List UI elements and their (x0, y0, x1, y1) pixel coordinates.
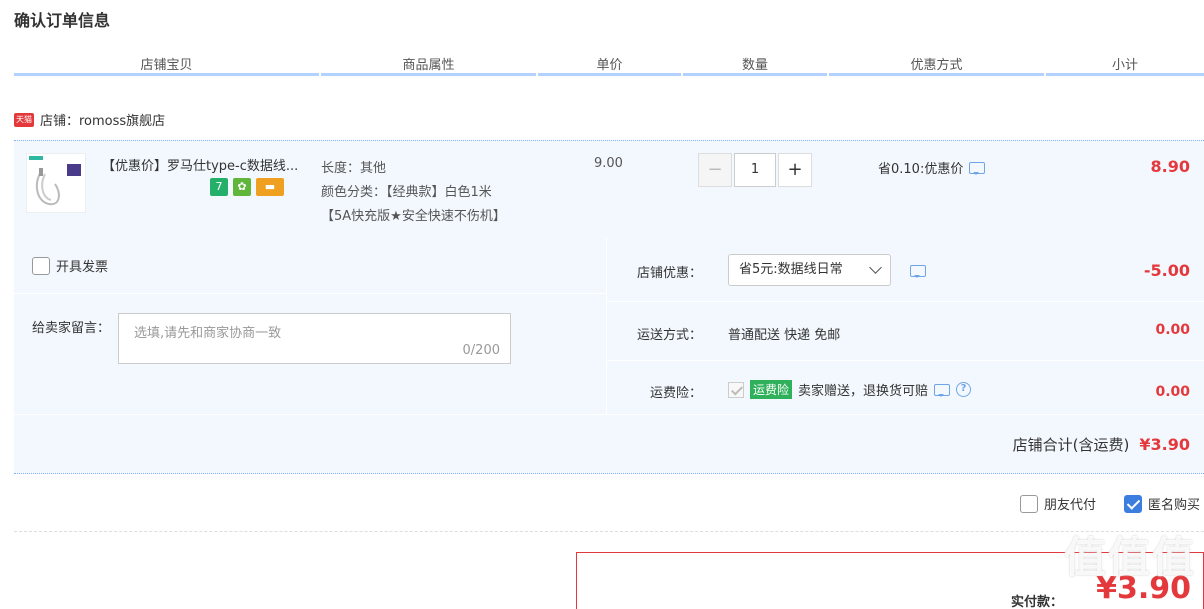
friend-pay-label: 朋友代付 (1043, 498, 1096, 513)
anonymous-label: 匿名购买 (1147, 498, 1200, 513)
comment-icon[interactable] (969, 161, 986, 175)
invoice-checkbox[interactable] (32, 256, 50, 275)
insurance-text: 卖家赠送，退换货可赔 (798, 384, 929, 399)
anonymous-checkbox[interactable] (1123, 494, 1142, 513)
shop-discount-select[interactable]: 省5元:数据线日常 (728, 254, 891, 286)
column-header-subtotal: 小计 (1046, 54, 1204, 76)
insurance-row: 运费险 卖家赠送，退换货可赔 ? (728, 380, 972, 399)
attr-color: 颜色分类：【经典款】白色1米 (321, 185, 492, 200)
seller-note-input[interactable]: 选填,请先和商家协商一致 0/200 (118, 313, 511, 364)
page-title: 确认订单信息 (14, 11, 111, 30)
item-subtotal: 8.90 (1150, 157, 1190, 176)
seller-note-count: 0/200 (462, 343, 500, 358)
shop-total-amount: ¥3.90 (1139, 435, 1190, 454)
invoice-label: 开具发票 (56, 260, 109, 275)
anonymous-option[interactable]: 匿名购买 (1123, 494, 1200, 513)
shop-total-label: 店铺合计(含运费) (1012, 436, 1130, 454)
quantity-increase-button[interactable]: + (778, 153, 812, 187)
insurance-amount: 0.00 (1155, 384, 1190, 400)
payment-label: 实付款： (1010, 595, 1063, 609)
seller-note-label: 给卖家留言： (32, 321, 111, 336)
insurance-label: 运费险： (649, 386, 702, 401)
shipping-label: 运送方式： (636, 328, 702, 343)
column-header-discount: 优惠方式 (829, 54, 1044, 76)
column-header-item: 店铺宝贝 (14, 54, 319, 76)
shop-row: 天猫 店铺：romoss旗舰店 (14, 110, 165, 129)
friend-pay-checkbox[interactable] (1019, 494, 1038, 513)
shop-discount-label: 店铺优惠： (636, 266, 702, 281)
watermark: 值值值 (1063, 533, 1196, 582)
payment-options: 朋友代付 匿名购买 (1019, 494, 1200, 513)
unit-price: 9.00 (594, 156, 623, 171)
column-header-quantity: 数量 (683, 54, 827, 76)
shop-discount-selected: 省5元:数据线日常 (739, 262, 843, 277)
attr-length: 长度：其他 (321, 161, 387, 176)
column-header-attributes: 商品属性 (321, 54, 536, 76)
product-thumbnail[interactable] (26, 153, 86, 213)
guarantee-icon[interactable]: ✿ (233, 178, 251, 196)
shop-total: 店铺合计(含运费) ¥3.90 (1013, 434, 1190, 455)
item-discount-text: 省0.10:优惠价 (878, 162, 964, 177)
shop-name-link[interactable]: 店铺：romoss旗舰店 (40, 110, 165, 129)
seller-note-placeholder: 选填,请先和商家协商一致 (134, 326, 282, 341)
friend-pay-option[interactable]: 朋友代付 (1019, 494, 1096, 513)
divider (14, 531, 1204, 532)
item-discount: 省0.10:优惠价 (878, 158, 986, 177)
column-header-unit-price: 单价 (538, 54, 681, 76)
help-icon[interactable]: ? (956, 382, 972, 397)
product-title-link[interactable]: 【优惠价】罗马仕type-c数据线... (102, 155, 322, 174)
shipping-amount: 0.00 (1155, 322, 1190, 338)
shop-discount-comment-icon[interactable] (910, 265, 926, 278)
insurance-checkbox (728, 381, 744, 398)
tmall-icon: 天猫 (14, 112, 34, 127)
order-item-row: 【优惠价】罗马仕type-c数据线... 7 ✿ ▬ 长度：其他 颜色分类：【经… (14, 140, 1204, 238)
order-options-panel: 开具发票 给卖家留言： 选填,请先和商家协商一致 0/200 店铺优惠： 省5元… (14, 238, 1204, 474)
shipping-value: 普通配送 快递 免邮 (728, 328, 841, 343)
quantity-stepper: − 1 + (698, 153, 812, 187)
insurance-comment-icon[interactable] (934, 383, 951, 397)
quantity-decrease-button[interactable]: − (698, 153, 732, 187)
insurance-tag: 运费险 (750, 380, 793, 399)
attr-color-detail: 【5A快充版★安全快速不伤机】 (321, 209, 506, 224)
service-badges: 7 ✿ ▬ (210, 178, 284, 196)
chevron-down-icon (869, 261, 882, 274)
seven-day-return-icon[interactable]: 7 (210, 178, 228, 196)
quantity-input[interactable]: 1 (734, 153, 776, 187)
invoice-option[interactable]: 开具发票 (32, 256, 108, 275)
shop-discount-amount: -5.00 (1143, 261, 1190, 280)
credit-card-icon[interactable]: ▬ (256, 178, 284, 196)
